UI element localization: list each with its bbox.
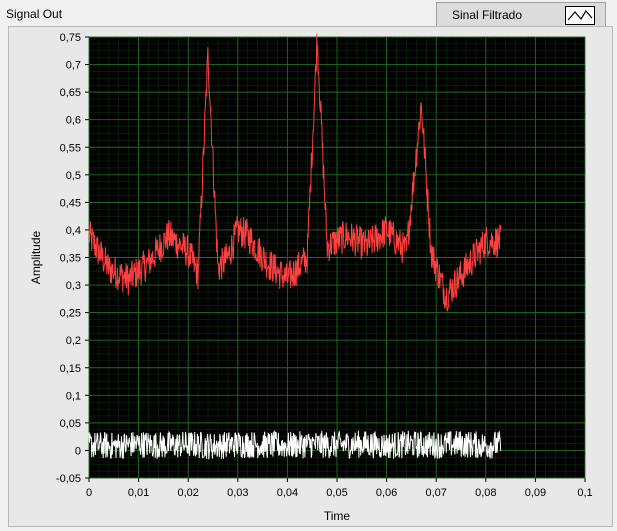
x-tick-label: 0,07 [425,487,446,499]
y-tick-label: 0,1 [66,390,81,402]
y-tick-label: 0,4 [66,225,81,237]
x-tick-label: 0,03 [227,487,248,499]
y-tick-label: 0 [75,445,81,457]
y-tick-label: 0,45 [60,197,81,209]
y-tick-label: -0,05 [56,473,81,485]
y-tick-label: 0,75 [60,32,81,44]
x-tick-label: 0,02 [177,487,198,499]
x-tick-label: 0,08 [475,487,496,499]
y-axis-label: Amplitude [29,231,43,285]
x-tick-labels: 0 0,01 0,02 0,03 0,04 0,05 0,06 0,07 0,08 0,09 0,1 [86,478,593,499]
y-tick-label: 0,5 [66,170,81,182]
y-tick-label: 0,6 [66,115,81,127]
y-tick-label: 0,2 [66,335,81,347]
x-tick-label: 0,05 [326,487,347,499]
y-tick-label: 0,05 [60,418,81,430]
y-tick-labels: -0,05 0 0,05 0,1 0,15 0,2 0,25 0,3 0,35 0,4 0,45 0,… [56,32,89,485]
y-tick-label: 0,7 [66,60,81,72]
y-tick-label: 0,55 [60,142,81,154]
y-tick-label: 0,3 [66,280,81,292]
x-tick-label: 0 [86,487,92,499]
y-tick-label: 0,65 [60,87,81,99]
x-tick-label: 0,06 [376,487,397,499]
x-axis-label: Time [324,509,351,523]
x-tick-label: 0,09 [525,487,546,499]
y-tick-label: 0,35 [60,253,81,265]
y-tick-label: 0,15 [60,363,81,375]
x-tick-label: 0,01 [128,487,149,499]
x-tick-label: 0,04 [277,487,298,499]
waveform-chart[interactable]: 0 0,01 0,02 0,03 0,04 0,05 0,06 0,07 0,08 0,09 0,1… [0,0,617,531]
y-tick-label: 0,25 [60,308,81,320]
x-tick-label: 0,1 [577,487,592,499]
